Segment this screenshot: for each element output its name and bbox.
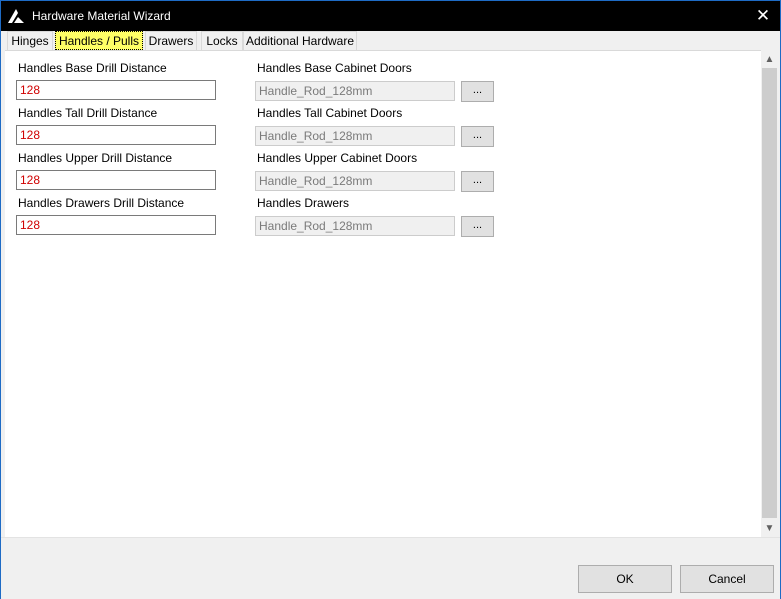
base-doors-browse-button[interactable]: ... [461,81,494,102]
tall-doors-field [255,126,455,146]
upper-drill-label: Handles Upper Drill Distance [18,151,173,165]
app-logo-icon [8,9,24,23]
tab-handles-pulls[interactable]: Handles / Pulls [55,31,143,50]
base-drill-input[interactable] [16,80,216,100]
scroll-up-icon[interactable]: ▲ [761,51,778,68]
drawer-drill-label: Handles Drawers Drill Distance [18,196,185,210]
tall-doors-browse-button[interactable]: ... [461,126,494,147]
tab-strip: Hinges Handles / Pulls Drawers Locks Add… [5,31,779,51]
close-icon: ✕ [755,6,771,25]
tab-label: Drawers [148,34,194,48]
base-doors-label: Handles Base Cabinet Doors [257,61,412,75]
tab-label: Additional Hardware [245,34,355,48]
ok-button[interactable]: OK [578,565,672,593]
tab-label: Hinges [11,34,49,48]
drawers-browse-button[interactable]: ... [461,216,494,237]
upper-doors-browse-button[interactable]: ... [461,171,494,192]
upper-drill-input[interactable] [16,170,216,190]
tab-drawers[interactable]: Drawers [145,31,197,50]
hardware-material-wizard-window: Hardware Material Wizard ✕ Hinges Handle… [0,0,781,599]
tab-hinges[interactable]: Hinges [7,31,53,50]
base-doors-field [255,81,455,101]
base-drill-label: Handles Base Drill Distance [18,61,167,75]
drawer-drill-input[interactable] [16,215,216,235]
title-bar: Hardware Material Wizard ✕ [1,1,780,31]
tall-doors-label: Handles Tall Cabinet Doors [257,106,403,120]
vertical-scrollbar[interactable]: ▲ ▼ [761,51,778,537]
tall-drill-label: Handles Tall Drill Distance [18,106,158,120]
cancel-button[interactable]: Cancel [680,565,774,593]
tab-locks[interactable]: Locks [201,31,243,50]
scroll-down-icon[interactable]: ▼ [761,520,778,537]
scroll-thumb[interactable] [762,68,777,518]
close-button[interactable]: ✕ [746,1,780,31]
drawers-field [255,216,455,236]
tall-drill-input[interactable] [16,125,216,145]
tab-additional-hardware[interactable]: Additional Hardware [243,31,357,50]
drawers-label: Handles Drawers [257,196,350,210]
handles-pulls-panel: Handles Base Drill Distance Handles Tall… [5,50,761,538]
tab-label: Locks [206,34,238,48]
window-title: Hardware Material Wizard [32,9,171,23]
tab-label: Handles / Pulls [58,34,140,48]
upper-doors-label: Handles Upper Cabinet Doors [257,151,418,165]
upper-doors-field [255,171,455,191]
